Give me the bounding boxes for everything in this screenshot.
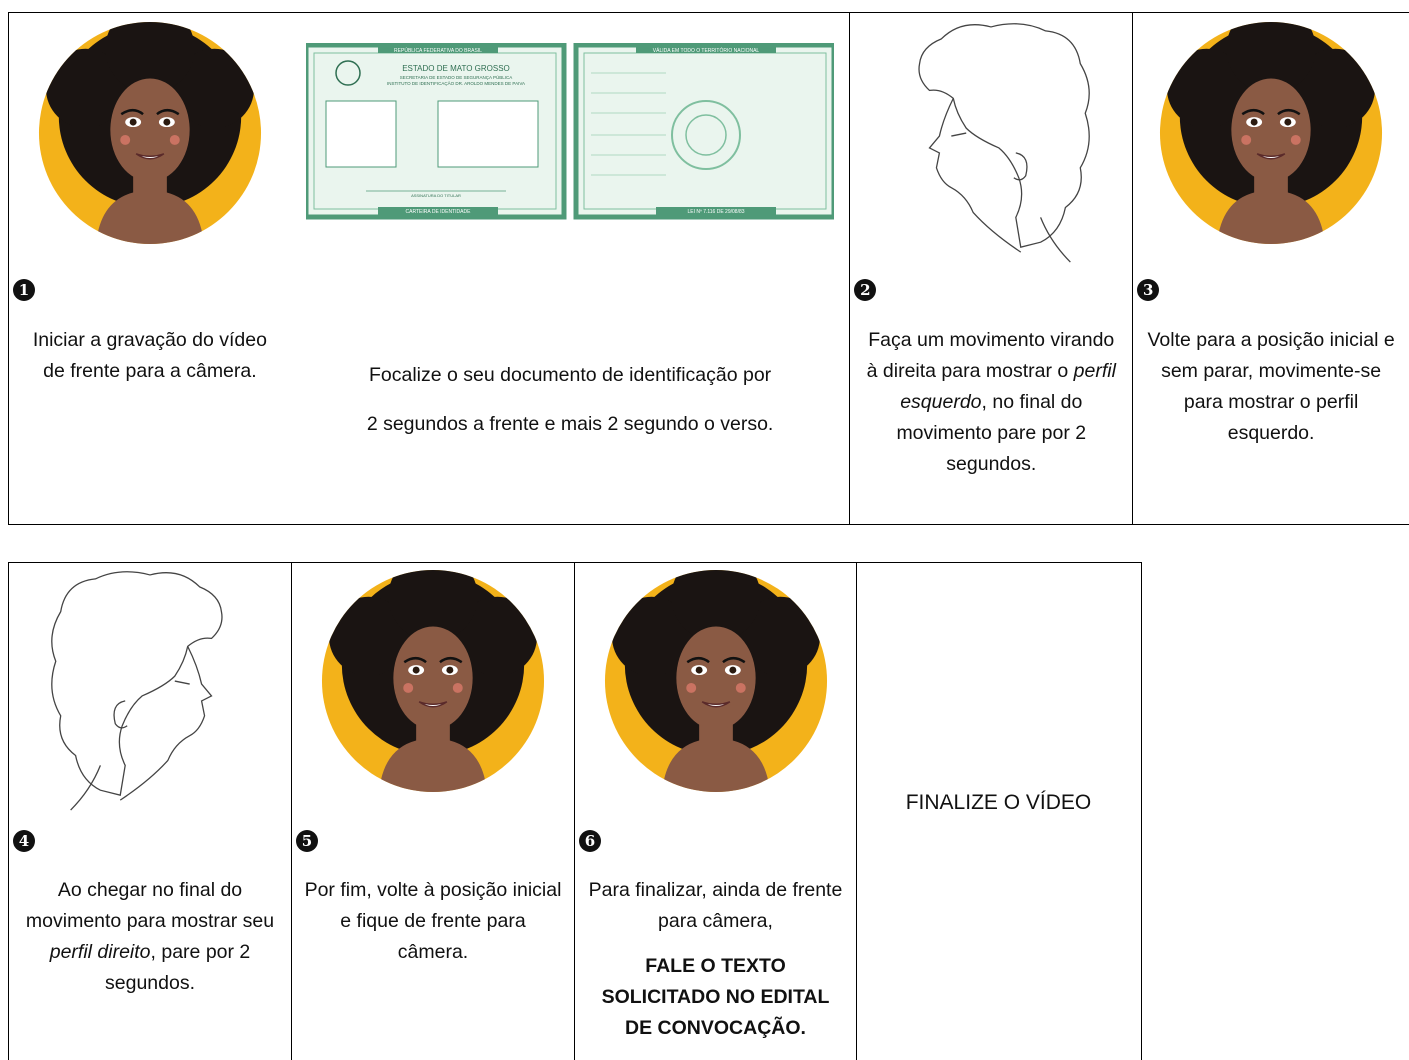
- card-back-header: VÁLIDA EM TODO O TERRITÓRIO NACIONAL: [653, 47, 760, 54]
- document-instruction-line-1: Focalize o seu documento de identificaçã…: [369, 364, 772, 386]
- step-number-badge: 1: [13, 279, 35, 301]
- step-1-cell: 1 Iniciar a gravação do vídeo de frente …: [9, 13, 291, 524]
- step-6-text-bold: FALE O TEXTO SOLICITADO NO EDITAL DE CON…: [601, 955, 830, 1039]
- card-front-sub1: SECRETARIA DE ESTADO DE SEGURANÇA PÚBLIC…: [400, 74, 513, 80]
- left-profile-illustration: [881, 19, 1101, 267]
- card-front-footer: CARTEIRA DE IDENTIDADE: [406, 209, 472, 215]
- instruction-row-1: 1 Iniciar a gravação do vídeo de frente …: [8, 12, 1409, 525]
- document-cell: REPÚBLICA FEDERATIVA DO BRASIL ESTADO DE…: [291, 13, 851, 524]
- id-card-illustration: REPÚBLICA FEDERATIVA DO BRASIL ESTADO DE…: [306, 43, 835, 220]
- woman-front-illustration: [1157, 19, 1385, 247]
- woman-front-illustration: [319, 567, 547, 795]
- instruction-row-2: 4 Ao chegar no final do movimento para m…: [8, 562, 1142, 1060]
- step-3-cell: 3 Volte para a posição inicial e sem par…: [1133, 13, 1409, 524]
- card-front-sub2: INSTITUTO DE IDENTIFICAÇÃO DR. AROLDO ME…: [387, 80, 525, 86]
- document-instruction-line-2: 2 segundos a frente e mais 2 segundo o v…: [366, 413, 774, 435]
- card-front-header: REPÚBLICA FEDERATIVA DO BRASIL: [394, 47, 482, 54]
- step-5-cell: 5 Por fim, volte à posição inicial e fiq…: [292, 563, 575, 1060]
- step-number-badge: 3: [1137, 279, 1160, 301]
- step-6-text: Para finalizar, ainda de frente para câm…: [587, 875, 844, 1044]
- step-4-text: Ao chegar no final do movimento para mos…: [21, 875, 279, 999]
- document-instruction: Focalize o seu documento de identificaçã…: [291, 351, 850, 449]
- step-2-text: Faça um movimento virando à direita para…: [862, 325, 1120, 480]
- card-front-title: ESTADO DE MATO GROSSO: [402, 64, 510, 73]
- card-back-footer: LEI Nº 7.116 DE 29/08/83: [688, 209, 745, 215]
- step-number-badge: 4: [13, 830, 35, 852]
- final-cell: FINALIZE O VÍDEO: [857, 563, 1140, 1060]
- step-4-text-emphasis: perfil direito: [49, 941, 151, 963]
- step-4-text-pre: Ao chegar no final do movimento para mos…: [25, 879, 275, 932]
- id-card-front: REPÚBLICA FEDERATIVA DO BRASIL ESTADO DE…: [306, 43, 567, 220]
- id-card-back: VÁLIDA EM TODO O TERRITÓRIO NACIONAL LEI…: [573, 43, 835, 220]
- step-number-badge: 6: [579, 830, 601, 852]
- step-4-cell: 4 Ao chegar no final do movimento para m…: [9, 563, 292, 1060]
- step-6-text-main: Para finalizar, ainda de frente para câm…: [588, 879, 843, 932]
- woman-front-illustration: [602, 567, 830, 795]
- woman-front-illustration: [36, 19, 264, 247]
- step-6-cell: 6 Para finalizar, ainda de frente para c…: [575, 563, 857, 1060]
- step-number-badge: 2: [854, 279, 877, 301]
- step-2-cell: 2 Faça um movimento virando à direita pa…: [850, 13, 1134, 524]
- step-1-text: Iniciar a gravação do vídeo de frente pa…: [32, 329, 267, 382]
- step-5-text: Por fim, volte à posição inicial e fique…: [304, 879, 562, 963]
- finalize-video-text: FINALIZE O VÍDEO: [905, 791, 1092, 814]
- step-number-badge: 5: [296, 830, 318, 852]
- step-3-text: Volte para a posição inicial e sem parar…: [1147, 329, 1395, 444]
- card-front-signature-label: ASSINATURA DO TITULAR: [411, 193, 461, 198]
- right-profile-illustration: [40, 567, 260, 815]
